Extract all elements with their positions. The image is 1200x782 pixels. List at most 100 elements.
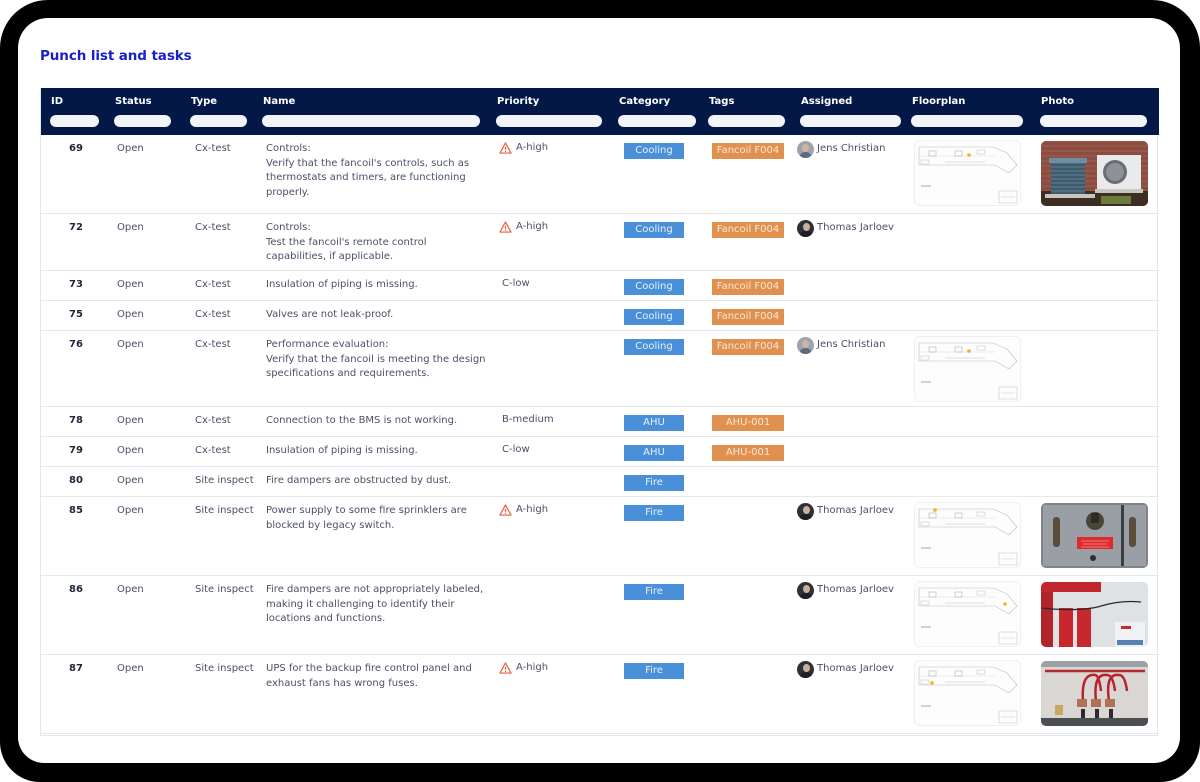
filter-input-floorplan[interactable]	[911, 115, 1023, 127]
task-name[interactable]: Performance evaluation: Verify that the f…	[266, 338, 486, 382]
assigned-user[interactable]: Thomas Jarloev	[797, 503, 894, 520]
task-id: 72	[69, 222, 83, 233]
table-row[interactable]: 78 Open Cx-test Connection to the BMS is no…	[41, 407, 1159, 437]
tag-badge[interactable]: AHU-001	[712, 445, 784, 461]
task-type: Cx-test	[195, 279, 231, 290]
category-badge[interactable]: Cooling	[624, 279, 684, 295]
filter-input-tags[interactable]	[708, 115, 785, 127]
task-name[interactable]: Controls: Test the fancoil's remote contr…	[266, 221, 427, 265]
tag-badge[interactable]: Fancoil F004	[712, 279, 784, 295]
task-name-line: locations and functions.	[266, 613, 386, 625]
assigned-name: Thomas Jarloev	[817, 222, 894, 234]
floorplan-thumbnail[interactable]	[914, 140, 1021, 206]
table-row[interactable]: 85 Open Site inspect Power supply to some f…	[41, 497, 1159, 576]
column-header-priority[interactable]: Priority	[497, 96, 539, 107]
task-type: Site inspect	[195, 475, 254, 486]
column-header-type[interactable]: Type	[191, 96, 217, 107]
photo-thumbnail-fuse-cabinet[interactable]	[1041, 661, 1148, 726]
task-name-line: Power supply to some fire sprinklers are	[266, 505, 467, 516]
column-header-assigned[interactable]: Assigned	[801, 96, 852, 107]
tag-badge[interactable]: Fancoil F004	[712, 222, 784, 238]
column-header-floorplan[interactable]: Floorplan	[912, 96, 965, 107]
assigned-user[interactable]: Thomas Jarloev	[797, 220, 894, 237]
warning-icon	[499, 662, 512, 675]
column-header-photo[interactable]: Photo	[1041, 96, 1074, 107]
task-name[interactable]: Power supply to some fire sprinklers are…	[266, 504, 467, 533]
category-badge[interactable]: Fire	[624, 475, 684, 491]
floorplan-thumbnail[interactable]	[914, 581, 1021, 647]
task-status: Open	[117, 339, 144, 350]
table-row[interactable]: 86 Open Site inspect Fire dampers are not a…	[41, 576, 1159, 655]
task-name[interactable]: UPS for the backup fire control panel an…	[266, 662, 472, 691]
tag-badge[interactable]: Fancoil F004	[712, 143, 784, 159]
floorplan-thumbnail[interactable]	[914, 502, 1021, 568]
filter-input-assigned[interactable]	[800, 115, 901, 127]
task-name-line: Insulation of piping is missing.	[266, 445, 418, 456]
category-badge[interactable]: Cooling	[624, 222, 684, 238]
table-row[interactable]: 72 Open Cx-test Controls: Test the fancoil's…	[41, 214, 1159, 271]
column-header-tags[interactable]: Tags	[709, 96, 734, 107]
category-badge[interactable]: Cooling	[624, 309, 684, 325]
avatar	[797, 337, 814, 354]
category-badge[interactable]: Fire	[624, 584, 684, 600]
photo-thumbnail-fire-suppression-room[interactable]	[1041, 582, 1148, 647]
assigned-name: Jens Christian	[817, 143, 886, 155]
assigned-user[interactable]: Jens Christian	[797, 337, 885, 354]
table-row[interactable]: 69 Open Cx-test Controls: Verify that the fa…	[41, 135, 1159, 214]
floorplan-thumbnail[interactable]	[914, 336, 1021, 402]
filter-input-type[interactable]	[190, 115, 247, 127]
assigned-user[interactable]: Thomas Jarloev	[797, 582, 894, 599]
table-row[interactable]: 79 Open Cx-test Insulation of piping is mis…	[41, 437, 1159, 467]
task-name[interactable]: Controls: Verify that the fancoil's contr…	[266, 142, 469, 201]
column-header-name[interactable]: Name	[263, 96, 295, 107]
filter-input-status[interactable]	[114, 115, 171, 127]
tag-badge[interactable]: AHU-001	[712, 415, 784, 431]
tag-badge[interactable]: Fancoil F004	[712, 339, 784, 355]
task-name-line: Test the fancoil's remote control	[266, 236, 427, 248]
task-name-line: Fire dampers are obstructed by dust.	[266, 475, 452, 486]
filter-input-id[interactable]	[50, 115, 99, 127]
photo-thumbnail-outdoor-ac-units[interactable]	[1041, 141, 1148, 206]
column-header-id[interactable]: ID	[51, 96, 63, 107]
category-badge[interactable]: Cooling	[624, 143, 684, 159]
table-row[interactable]: 73 Open Cx-test Insulation of piping is mis…	[41, 271, 1159, 301]
category-badge[interactable]: Fire	[624, 663, 684, 679]
filter-input-priority[interactable]	[496, 115, 602, 127]
task-id: 79	[69, 445, 83, 456]
task-name-line: properly.	[266, 187, 310, 199]
column-header-category[interactable]: Category	[619, 96, 670, 107]
category-badge[interactable]: Cooling	[624, 339, 684, 355]
task-id: 86	[69, 584, 83, 595]
task-name-line: Controls:	[266, 222, 311, 233]
task-name-line: thermostats and timers, are functioning	[266, 172, 466, 184]
filter-input-category[interactable]	[618, 115, 696, 127]
filter-input-photo[interactable]	[1040, 115, 1147, 127]
priority-label: A-high	[516, 221, 549, 232]
table-row[interactable]: 76 Open Cx-test Performance evaluation: Veri…	[41, 331, 1159, 407]
filter-input-name[interactable]	[262, 115, 480, 127]
table-row[interactable]: 87 Open Site inspect UPS for the backup fir…	[41, 655, 1159, 734]
priority-label: C-low	[502, 278, 530, 289]
category-badge[interactable]: AHU	[624, 415, 684, 431]
task-name[interactable]: Insulation of piping is missing.	[266, 278, 418, 293]
task-name[interactable]: Insulation of piping is missing.	[266, 444, 418, 459]
task-name[interactable]: Connection to the BMS is not working.	[266, 414, 457, 429]
floorplan-thumbnail[interactable]	[914, 660, 1021, 726]
task-type: Site inspect	[195, 663, 254, 674]
column-header-status[interactable]: Status	[115, 96, 152, 107]
table-row[interactable]: 75 Open Cx-test Valves are not leak-proof. C…	[41, 301, 1159, 331]
assigned-user[interactable]: Jens Christian	[797, 141, 885, 158]
category-badge[interactable]: AHU	[624, 445, 684, 461]
task-name-line: UPS for the backup fire control panel an…	[266, 663, 472, 674]
priority-label: A-high	[516, 662, 549, 673]
task-name[interactable]: Fire dampers are obstructed by dust.	[266, 474, 451, 489]
table-row[interactable]: 80 Open Site inspect Fire dampers are obstr…	[41, 467, 1159, 497]
task-name[interactable]: Valves are not leak-proof.	[266, 308, 393, 323]
device-frame: Punch list and tasks ID Status Type Name Pri…	[0, 0, 1200, 782]
photo-thumbnail-switch-panel[interactable]	[1041, 503, 1148, 568]
task-id: 75	[69, 309, 83, 320]
tag-badge[interactable]: Fancoil F004	[712, 309, 784, 325]
assigned-user[interactable]: Thomas Jarloev	[797, 661, 894, 678]
category-badge[interactable]: Fire	[624, 505, 684, 521]
task-name[interactable]: Fire dampers are not appropriately label…	[266, 583, 483, 627]
